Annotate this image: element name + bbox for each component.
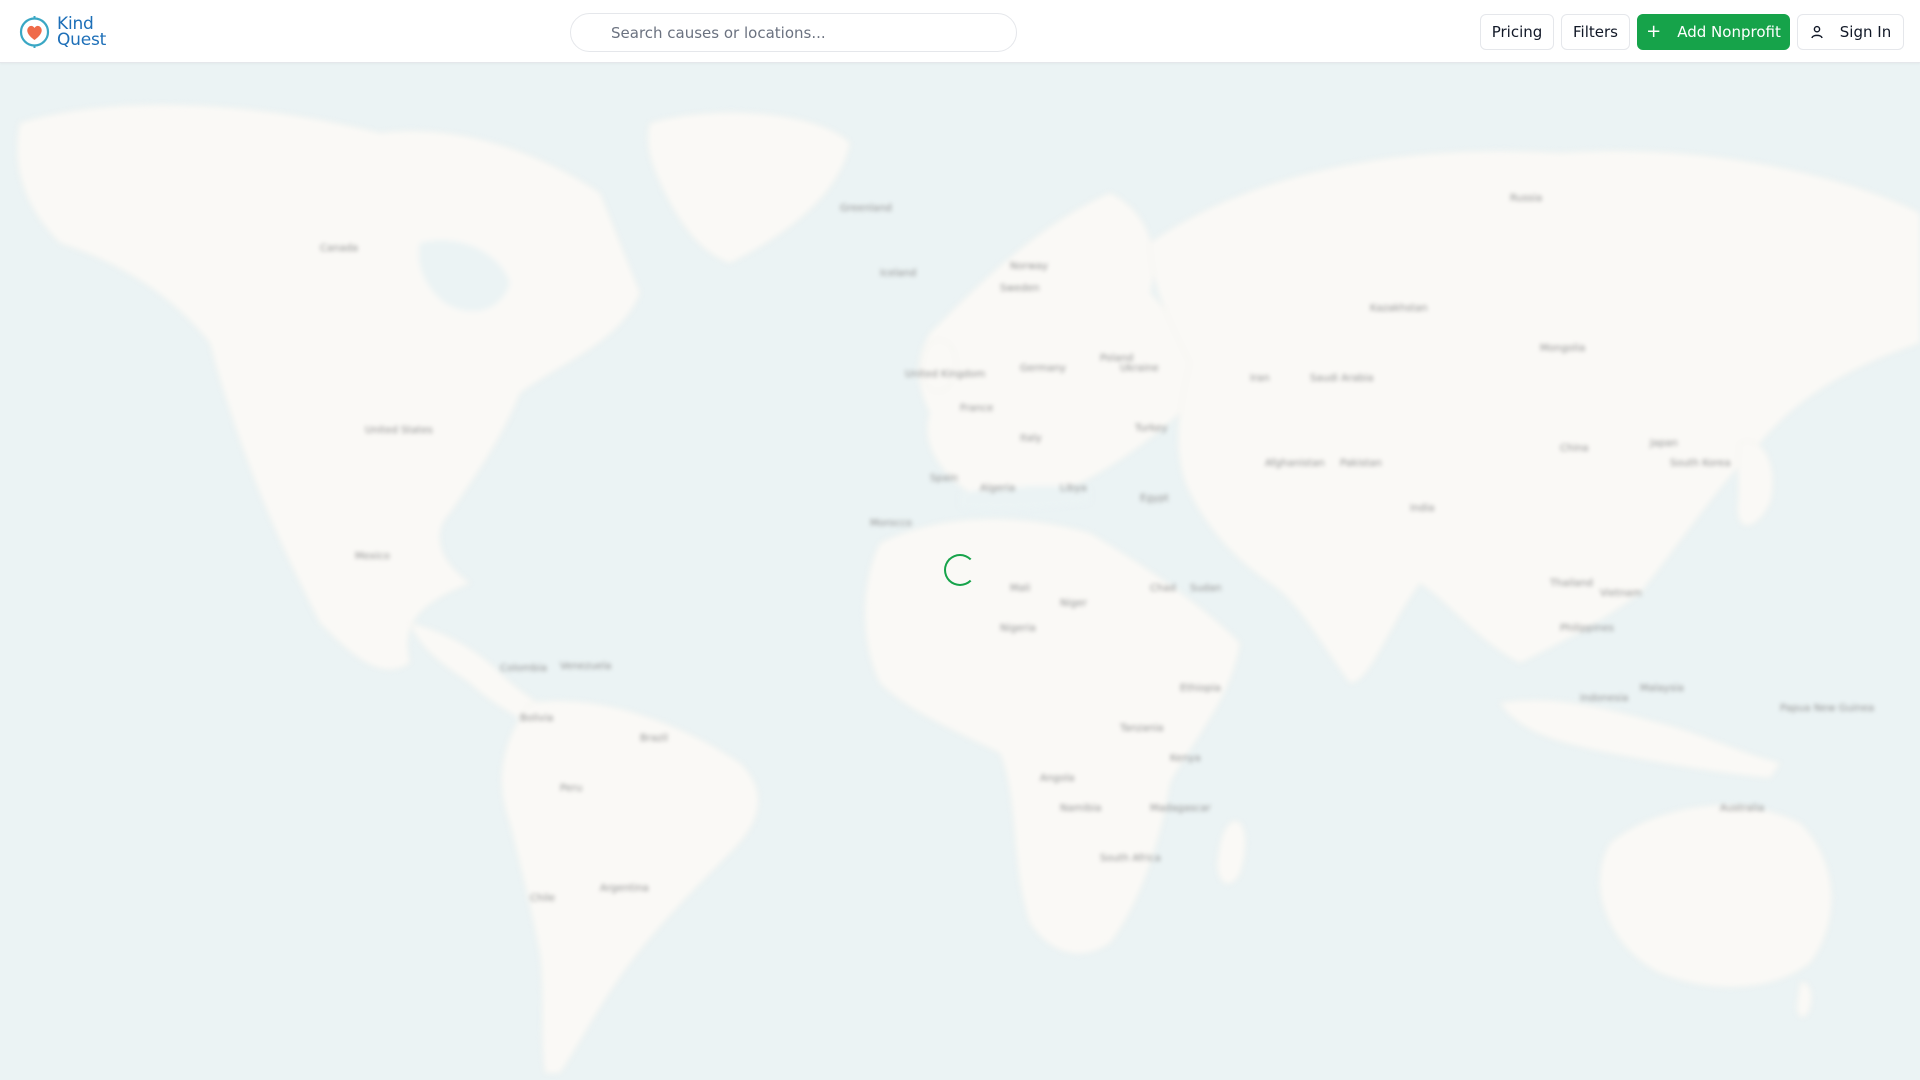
map-place-label: Mali	[1010, 583, 1031, 594]
map-place-label: Tanzania	[1120, 723, 1164, 734]
map-place-label: Iceland	[880, 268, 917, 279]
map-place-label: Ethiopia	[1180, 683, 1221, 694]
map-place-label: Japan	[1650, 438, 1678, 449]
map-place-label: Sweden	[1000, 283, 1040, 294]
map-place-label: Kazakhstan	[1370, 303, 1428, 314]
user-icon	[1811, 25, 1823, 39]
map-place-label: Nigeria	[1000, 623, 1036, 634]
map-place-label: China	[1560, 443, 1589, 454]
map-place-label: Namibia	[1060, 803, 1102, 814]
map-place-label: Libya	[1060, 483, 1087, 494]
map-place-label: Peru	[560, 783, 583, 794]
map-place-label: Mexico	[355, 551, 390, 562]
map-place-label: Russia	[1510, 193, 1543, 204]
map-place-label: Germany	[1020, 363, 1066, 374]
add-nonprofit-button[interactable]: + Add Nonprofit	[1637, 14, 1790, 50]
map-place-label: Malaysia	[1640, 683, 1684, 694]
map-place-label: Colombia	[500, 663, 547, 674]
map-place-label: Ukraine	[1120, 363, 1159, 374]
brand-name: Kind Quest	[57, 15, 107, 50]
map-place-label: India	[1410, 503, 1435, 514]
map-place-label: Afghanistan	[1265, 458, 1325, 469]
heart-logo-icon	[19, 16, 50, 48]
map-place-label: Niger	[1060, 598, 1087, 609]
brand-name-line2: Quest	[57, 29, 107, 50]
top-navbar: Kind Quest Pricing Filters + Add Nonprof…	[0, 0, 1920, 63]
filters-button-label: Filters	[1573, 23, 1618, 41]
map-place-label: Egypt	[1140, 493, 1169, 504]
map-place-label: Canada	[320, 243, 359, 254]
map-place-label: Morocco	[870, 518, 912, 529]
map-place-label: South Africa	[1100, 853, 1161, 864]
search-input[interactable]	[611, 14, 1016, 51]
map-place-label: Brazil	[640, 733, 668, 744]
map-place-label: Pakistan	[1340, 458, 1382, 469]
map-place-label: Angola	[1040, 773, 1075, 784]
pricing-button[interactable]: Pricing	[1480, 14, 1554, 50]
world-map[interactable]: Canada United States Mexico Colombia Venezue…	[0, 63, 1920, 1080]
map-place-label: Mongolia	[1540, 343, 1586, 354]
map-place-label: Madagascar	[1150, 803, 1211, 814]
pricing-button-label: Pricing	[1491, 23, 1543, 41]
map-place-label: Chile	[530, 893, 556, 904]
map-place-label: Thailand	[1550, 578, 1593, 589]
map-place-label: France	[960, 403, 994, 414]
map-place-label: Spain	[930, 473, 958, 484]
sign-in-label: Sign In	[1839, 23, 1892, 41]
map-place-label: United Kingdom	[905, 369, 986, 380]
map-place-label: Philippines	[1560, 623, 1614, 634]
kindquest-logo[interactable]: Kind Quest	[18, 14, 106, 50]
map-place-label: Sudan	[1190, 583, 1222, 594]
map-place-label: Indonesia	[1580, 693, 1629, 704]
map-place-label: Papua New Guinea	[1780, 703, 1875, 714]
map-place-label: Chad	[1150, 583, 1176, 594]
plus-icon: +	[1646, 21, 1662, 42]
sign-in-button[interactable]: Sign In	[1797, 14, 1904, 50]
map-place-label: Vietnam	[1600, 588, 1642, 599]
map-place-label: Saudi Arabia	[1310, 373, 1374, 384]
map-place-label: Bolivia	[520, 713, 554, 724]
search-bar	[570, 13, 1017, 52]
map-place-label: South Korea	[1670, 458, 1731, 469]
add-nonprofit-label: Add Nonprofit	[1677, 23, 1781, 41]
filters-button[interactable]: Filters	[1561, 14, 1630, 50]
map-place-label: Australia	[1720, 803, 1765, 814]
map-place-label: Greenland	[840, 203, 892, 214]
loading-spinner-icon	[944, 554, 976, 586]
map-place-label: Venezuela	[560, 661, 612, 672]
map-place-label: Italy	[1020, 433, 1042, 444]
map-place-label: Argentina	[600, 883, 649, 894]
map-place-label: United States	[365, 425, 433, 436]
map-place-label: Kenya	[1170, 753, 1201, 764]
map-place-label: Turkey	[1135, 423, 1168, 434]
map-place-label: Algeria	[980, 483, 1016, 494]
map-place-label: Iran	[1250, 373, 1270, 384]
map-place-label: Norway	[1010, 261, 1048, 272]
